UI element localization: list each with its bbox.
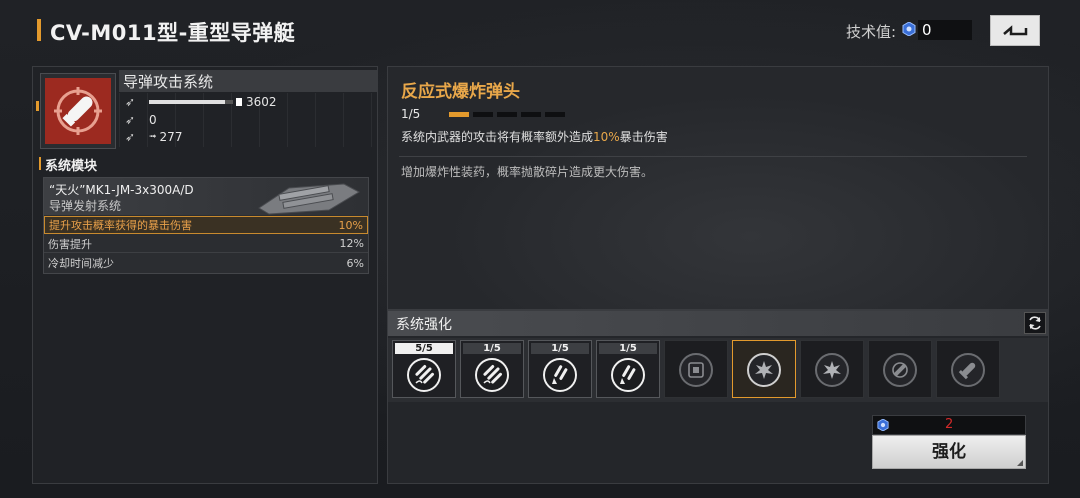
module-name: “天火”MK1-JM-3x300A/D [49, 183, 194, 197]
module-card[interactable]: “天火”MK1-JM-3x300A/D 导弹发射系统 提升攻击概率获得的暴击伤害… [43, 177, 369, 274]
module-heading-accent [39, 157, 41, 170]
speed-icon: ➶ [124, 130, 136, 144]
slot-level: 1/5 [463, 343, 521, 354]
tech-label: 技术值: [846, 23, 897, 41]
module-stat-value: 6% [346, 256, 364, 270]
enhance-slot[interactable]: 5/5 [392, 340, 456, 398]
missile-volley-icon [475, 358, 509, 392]
refresh-button[interactable] [1024, 312, 1046, 334]
attack-bar-fill [149, 100, 225, 104]
tech-point-icon [877, 419, 889, 431]
back-button[interactable] [990, 15, 1040, 46]
module-stat-label: 伤害提升 [48, 237, 92, 251]
target-missile-icon [883, 353, 917, 387]
selected-marker [36, 101, 39, 111]
module-stat-label: 提升攻击概率获得的暴击伤害 [49, 219, 192, 232]
level-segment [497, 112, 517, 117]
module-stat-row: 提升攻击概率获得的暴击伤害 10% [44, 216, 368, 234]
missile-icon [951, 353, 985, 387]
level-segment [449, 112, 469, 117]
enhance-slots: 5/5 1/5 1/5 1/5 [388, 338, 1048, 402]
attack-bar-end [236, 98, 242, 106]
module-heading: 系统模块 [45, 159, 98, 174]
chip-icon [679, 353, 713, 387]
effect-text-suffix: 暴击伤害 [619, 130, 668, 144]
module-stat-label: 冷却时间减少 [48, 257, 114, 270]
missile-volley-icon [407, 358, 441, 392]
speed-value: 277 [159, 130, 183, 144]
warhead-title: 反应式爆炸弹头 [401, 82, 520, 102]
tech-value: 0 [918, 20, 972, 40]
attack-bar [149, 100, 233, 104]
level-progress [449, 112, 565, 117]
stat-row-speed: ➶ ➟ 277 [119, 129, 182, 145]
warhead-description: 增加爆炸性装药，概率抛散碎片造成更大伤害。 [401, 165, 654, 179]
enhance-slot[interactable] [868, 340, 932, 398]
module-card-header: “天火”MK1-JM-3x300A/D 导弹发射系统 [44, 178, 368, 215]
warhead-detail-panel: 反应式爆炸弹头 1/5 系统内武器的攻击将有概率额外造成10%暴击伤害 增加爆炸… [387, 66, 1049, 310]
module-stat-value: 10% [338, 218, 363, 232]
refresh-icon [1029, 316, 1041, 330]
stat-row-defense: ➶ 0 [119, 112, 157, 128]
module-type: 导弹发射系统 [49, 199, 122, 213]
stat-row-attack: ➶ 3602 [119, 94, 277, 110]
enhance-slot[interactable] [800, 340, 864, 398]
slot-level: 5/5 [395, 343, 453, 354]
system-stats: ➶ 3602 ➶ 0 ➶ ➟ 277 [119, 93, 377, 147]
system-name: 导弹攻击系统 [123, 73, 214, 91]
title-accent-bar [37, 19, 41, 41]
back-arrow-icon [1003, 24, 1028, 35]
enhance-slot[interactable] [732, 340, 796, 398]
launcher-image-icon [258, 183, 361, 215]
arrow-right-icon: ➟ [149, 132, 157, 142]
defense-icon: ➶ [124, 113, 136, 127]
enhance-slot[interactable] [664, 340, 728, 398]
module-stat-row: 冷却时间减少 6% [44, 254, 368, 272]
system-icon-tile [45, 78, 111, 144]
module-stat-value: 12% [339, 237, 364, 250]
system-panel: 导弹攻击系统 ➶ 3602 ➶ 0 ➶ ➟ 277 系统模块 “天火”MK1-J… [32, 66, 378, 484]
button-corner [1017, 460, 1023, 466]
page-title: CV-M011型-重型导弹艇 [50, 21, 296, 45]
slot-level: 1/5 [599, 343, 657, 354]
enhance-header: 系统强化 [388, 311, 1048, 336]
enhance-slot[interactable]: 1/5 [596, 340, 660, 398]
missile-launch-icon [543, 358, 577, 392]
level-segment [473, 112, 493, 117]
warhead-effect: 系统内武器的攻击将有概率额外造成10%暴击伤害 [401, 128, 668, 145]
enhance-title: 系统强化 [396, 317, 452, 333]
effect-text: 系统内武器的攻击将有概率额外造成 [401, 130, 594, 144]
explosion-icon [747, 353, 781, 387]
enhance-slot[interactable]: 1/5 [460, 340, 524, 398]
level-segment [521, 112, 541, 117]
cost-value: 2 [945, 417, 954, 432]
slot-level: 1/5 [531, 343, 589, 354]
enhance-button-label: 强化 [932, 442, 966, 462]
enhance-slot[interactable]: 1/5 [528, 340, 592, 398]
enhance-button[interactable]: 强化 [872, 435, 1026, 469]
enhance-panel: 系统强化 5/5 1/5 1/5 1/5 2 强化 [387, 310, 1049, 484]
missile-icon [54, 87, 102, 135]
tech-point-icon [902, 22, 916, 36]
attack-value: 3602 [246, 95, 277, 109]
module-stat-row: 伤害提升 12% [44, 235, 368, 253]
warhead-level: 1/5 [401, 107, 421, 121]
effect-value: 10% [593, 130, 620, 144]
system-icon-frame[interactable] [40, 73, 116, 149]
cost-box: 2 [872, 415, 1026, 435]
attack-icon: ➶ [124, 95, 136, 109]
panel-background [388, 67, 1048, 309]
level-segment [545, 112, 565, 117]
divider [399, 156, 1027, 157]
explosion-icon [815, 353, 849, 387]
header: CV-M011型-重型导弹艇 技术值: 0 [0, 0, 1080, 62]
missile-launch-icon [611, 358, 645, 392]
enhance-slot[interactable] [936, 340, 1000, 398]
defense-value: 0 [149, 113, 157, 127]
